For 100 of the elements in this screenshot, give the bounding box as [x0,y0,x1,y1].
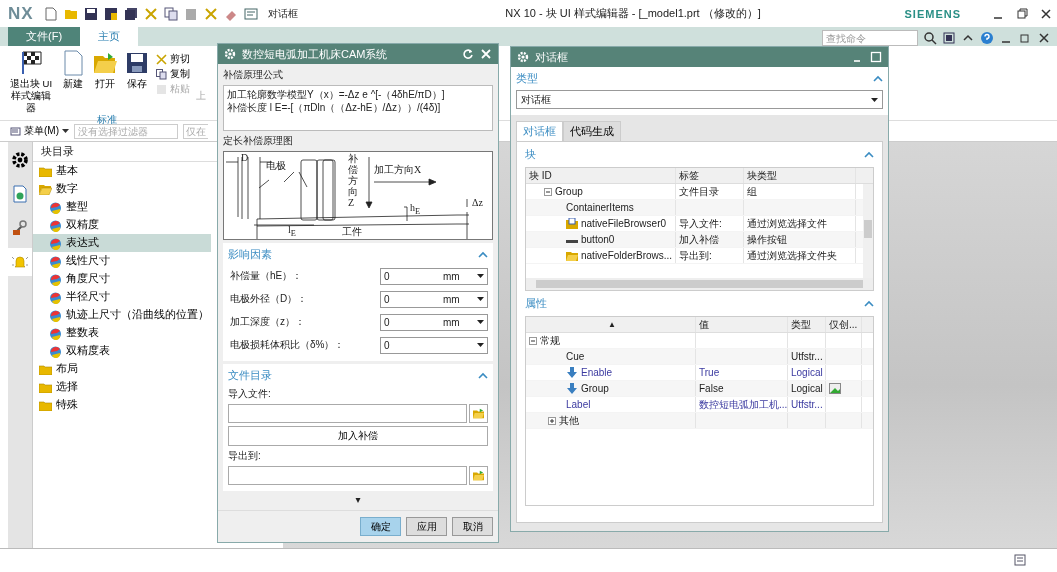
collapse-button[interactable] [864,300,874,307]
new-file-icon[interactable] [43,6,58,21]
expand-node-icon[interactable] [548,416,556,425]
tree-item[interactable]: 选择 [33,378,211,396]
unit-input-field[interactable]: 0 mm [380,290,488,308]
tree-item[interactable]: 基本 [33,162,211,180]
tree-item[interactable]: 角度尺寸 [33,270,211,288]
ribbon-tab[interactable]: 文件(F) [8,27,81,46]
dropdown-arrow-icon [477,343,484,347]
add-compensation-button[interactable]: 加入补偿 [228,426,488,446]
block-icon [49,308,62,322]
diagram-label: 电极 [266,160,286,171]
diagram-label: 工件 [342,226,362,237]
open-folder-icon [92,50,118,76]
section-title: 影响因素 [228,247,272,262]
table-cell-text: 导出到: [679,249,712,263]
collapse-node-icon[interactable] [544,187,552,196]
block-id[interactable]: button0 [581,232,615,247]
table-cell-text: Utfstr... [791,350,823,364]
dropdown-arrow-icon [477,297,484,301]
tree-item[interactable]: 双精度 [33,216,211,234]
ribbon-button[interactable]: 保存 [124,50,150,114]
ribbon-button[interactable]: 复制 [156,67,190,81]
tree-item[interactable]: 表达式 [33,234,211,252]
gear-icon [517,51,529,63]
dialog-button[interactable]: 确定 [360,517,401,536]
ribbon-button[interactable]: 打开 [92,50,118,114]
search-field[interactable]: 查找命令 [822,30,918,46]
restore-icon[interactable] [1015,6,1029,21]
horizontal-scrollbar[interactable] [526,278,873,290]
browse-button[interactable] [469,404,488,423]
column-header[interactable]: 仅创... [826,317,862,332]
column-header[interactable]: 块类型 [744,168,856,183]
search-icon[interactable] [923,31,937,45]
ribbon-tab[interactable]: 主页 [80,27,139,46]
column-header[interactable]: 值 [696,317,788,332]
tree-item[interactable]: 整数表 [33,324,211,342]
scissors-icon[interactable] [203,6,218,21]
block-icon [49,200,62,214]
tree-item[interactable]: 双精度表 [33,342,211,360]
ribbon-button[interactable]: 新建 [60,50,86,114]
folder-icon [39,381,52,393]
file-path-field[interactable] [228,404,467,423]
ribbon-button[interactable]: 退出块 UI 样式编辑器 [8,50,54,114]
tree-item[interactable]: 半径尺寸 [33,288,211,306]
tree-item[interactable]: 整型 [33,198,211,216]
column-header[interactable]: ▲ [526,317,696,332]
tree-item[interactable]: 特殊 [33,396,211,414]
table-cell-text: Logical [791,382,823,396]
expand-more-toggle[interactable]: ▾ [223,494,493,506]
column-header[interactable]: 标签 [676,168,744,183]
collapse-button[interactable] [478,251,488,258]
tree-item[interactable]: 布局 [33,360,211,378]
collapse-node-icon[interactable] [529,336,537,345]
table-cell-text: False [699,382,724,396]
vertical-scrollbar[interactable] [863,184,873,278]
menu-button[interactable]: 菜单(M) [10,124,69,138]
block-id[interactable]: nativeFileBrowser0 [581,216,667,231]
dialog-dropdown[interactable]: 对话框 [263,6,302,21]
scissors-icon[interactable] [143,6,158,21]
close-icon[interactable] [1037,31,1051,45]
dialog-tab[interactable]: 代码生成 [563,121,621,141]
dialog-button[interactable]: 取消 [452,517,493,536]
column-header[interactable]: 类型 [788,317,826,332]
column-header[interactable]: 块 ID [526,168,676,183]
paste-icon[interactable] [183,6,198,21]
file-path-field[interactable] [228,466,467,485]
block-id[interactable]: ContainerItems [566,200,634,215]
collapse-button[interactable] [873,75,883,82]
unit-input-field[interactable]: 0 [380,336,488,354]
dialog-tab[interactable]: 对话框 [516,121,563,141]
restore-icon[interactable] [1018,31,1032,45]
help-icon[interactable] [980,31,994,45]
tree-item[interactable]: 数字 [33,180,211,198]
ribbon-button[interactable]: 剪切 [156,52,190,66]
save-all-icon[interactable] [123,6,138,21]
type-dropdown[interactable]: 对话框 [516,90,883,109]
table-cell-text: 数控短电弧加工机... [699,398,787,412]
diagram-label: Δz [472,197,483,208]
block-id[interactable]: Group [555,184,583,199]
block-id[interactable]: nativeFolderBrows... [581,248,673,263]
dialog-icon[interactable] [243,6,258,21]
collapse-button[interactable] [478,372,488,379]
maximize-icon[interactable] [870,51,882,63]
dialog-button[interactable]: 应用 [406,517,447,536]
close-icon[interactable] [1039,6,1053,21]
unit-input-field[interactable]: 0 mm [380,313,488,331]
collapse-button[interactable] [864,151,874,158]
tree-item[interactable]: 轨迹上尺寸（沿曲线的位置） [33,306,211,324]
browse-button[interactable] [469,466,488,485]
property-name: 常规 [540,334,560,348]
filter-dropdown[interactable]: 没有选择过滤器 [74,123,178,139]
unit-input-field[interactable]: 0 mm [380,267,488,285]
copy-icon[interactable] [163,6,178,21]
table-cell-text: 加入补偿 [679,233,719,247]
tree-item[interactable]: 线性尺寸 [33,252,211,270]
save-icon[interactable] [83,6,98,21]
reset-icon[interactable] [462,48,474,60]
window-icon[interactable] [942,31,956,45]
save-as-icon[interactable] [103,6,118,21]
